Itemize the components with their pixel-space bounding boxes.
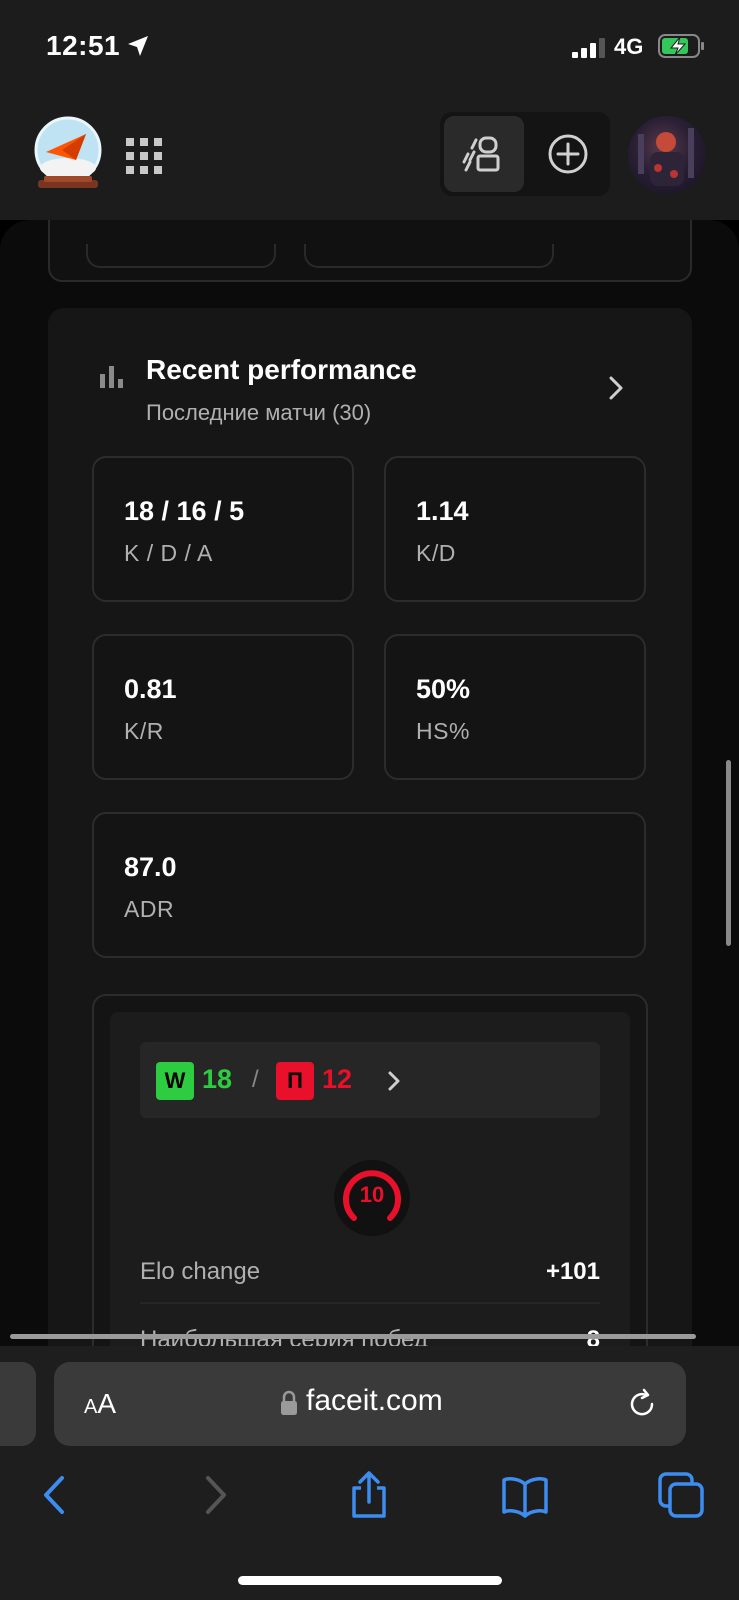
win-loss-separator: / <box>252 1066 259 1093</box>
win-loss-bar[interactable]: W 18 / П 12 <box>140 1042 600 1118</box>
location-arrow-icon <box>128 36 148 56</box>
win-badge: W <box>156 1062 194 1100</box>
stat-kda: 18 / 16 / 5 K / D / A <box>92 456 354 602</box>
performance-title: Recent performance <box>146 354 417 385</box>
reload-icon[interactable] <box>626 1388 658 1420</box>
chevron-right-icon[interactable] <box>604 374 628 402</box>
user-avatar[interactable] <box>628 116 706 194</box>
skill-level-number: 10 <box>359 1182 385 1207</box>
elo-change-label: Elo change <box>140 1258 261 1285</box>
forward-icon[interactable] <box>190 1470 240 1520</box>
wins-count: 18 <box>202 1064 233 1094</box>
signal-icon <box>572 38 605 58</box>
browser-toolbar: AA faceit.com <box>0 1346 739 1600</box>
stat-value: 1.14 <box>416 496 469 526</box>
stat-label: K / D / A <box>124 540 213 566</box>
app-header <box>0 88 739 220</box>
stat-hs: 50% HS% <box>384 634 646 780</box>
lock-icon <box>281 1390 297 1415</box>
text-size-small: A <box>84 1396 98 1418</box>
network-type: 4G <box>614 34 644 59</box>
stat-adr: 87.0 ADR <box>92 812 646 958</box>
stat-label: ADR <box>124 896 175 922</box>
faceit-logo[interactable] <box>32 114 104 192</box>
bookmarks-icon[interactable] <box>500 1470 550 1520</box>
elo-change-value: +101 <box>545 1258 600 1285</box>
url-text: faceit.com <box>306 1384 443 1417</box>
text-size-button[interactable]: AA <box>84 1388 116 1420</box>
plus-circle-icon <box>548 134 588 174</box>
previous-card-chip <box>304 244 554 268</box>
previous-tab-preview[interactable] <box>0 1362 36 1446</box>
stat-kd: 1.14 K/D <box>384 456 646 602</box>
recent-performance-card: Recent performance Последние матчи (30) … <box>48 308 692 1350</box>
previous-card-chip <box>86 244 276 268</box>
stat-kr: 0.81 K/R <box>92 634 354 780</box>
previous-card <box>48 220 692 282</box>
stat-value: 18 / 16 / 5 <box>124 496 245 526</box>
status-bar: 12:51 4G <box>0 0 739 88</box>
page-content: Recent performance Последние матчи (30) … <box>0 220 739 1350</box>
loss-badge: П <box>276 1062 314 1100</box>
back-icon[interactable] <box>30 1470 80 1520</box>
stat-value: 87.0 <box>124 852 177 882</box>
text-size-large: A <box>97 1388 117 1419</box>
skill-level-badge: 10 <box>334 1160 410 1236</box>
share-icon[interactable] <box>344 1470 394 1520</box>
tabs-icon[interactable] <box>656 1470 706 1520</box>
performance-subtitle: Последние матчи (30) <box>146 400 372 425</box>
results-card: W 18 / П 12 10 Elo change +101 <box>92 994 648 1350</box>
stat-value: 50% <box>416 674 471 704</box>
apps-grid-icon[interactable] <box>126 138 162 174</box>
stat-label: HS% <box>416 718 470 744</box>
vertical-scrollbar[interactable] <box>726 760 731 946</box>
results-inner: W 18 / П 12 10 Elo change +101 <box>110 1012 630 1350</box>
home-indicator[interactable] <box>238 1576 502 1585</box>
community-button[interactable] <box>444 116 524 192</box>
battery-charging-icon <box>658 34 704 58</box>
stat-value: 0.81 <box>124 674 177 704</box>
community-icon <box>462 136 500 172</box>
stat-label: K/R <box>124 718 164 744</box>
create-button[interactable] <box>530 116 606 192</box>
address-bar[interactable]: AA faceit.com <box>54 1362 686 1446</box>
divider <box>140 1302 600 1304</box>
losses-count: 12 <box>322 1064 353 1094</box>
bar-chart-icon <box>100 366 123 388</box>
chevron-right-icon <box>388 1071 400 1091</box>
status-time: 12:51 <box>46 30 121 61</box>
stat-label: K/D <box>416 540 456 566</box>
horizontal-scrollbar[interactable] <box>10 1334 696 1339</box>
